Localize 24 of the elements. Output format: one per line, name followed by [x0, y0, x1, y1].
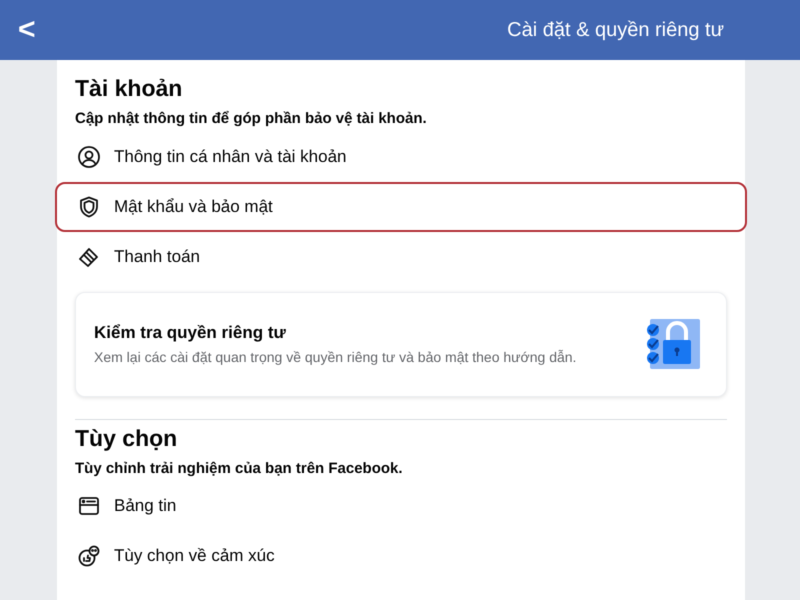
section-subtitle: Tùy chỉnh trải nghiệm của bạn trên Facebook.: [75, 458, 404, 478]
settings-item-label: Tùy chọn về cảm xúc: [114, 545, 275, 568]
settings-item-label: Thanh toán: [114, 246, 200, 268]
settings-item[interactable]: Thanh toán: [55, 232, 747, 282]
card-description: Xem lại các cài đặt quan trọng về quyền riêng tư và bảo mật theo hướng dẫn.: [94, 348, 576, 368]
shield-icon: [77, 194, 101, 218]
news-feed-icon: [77, 494, 101, 518]
settings-item[interactable]: Tùy chọn về cảm xúc: [55, 531, 747, 581]
profile-icon: [77, 144, 101, 168]
back-button[interactable]: <: [18, 15, 36, 45]
page-title: Cài đặt & quyền riêng tư: [507, 18, 724, 43]
section-title: Tùy chọn: [75, 424, 178, 452]
section-title: Tài khoản: [75, 74, 184, 102]
reactions-icon: [77, 544, 101, 568]
section-subtitle: Cập nhật thông tin để góp phần bảo vệ tài khoản.: [75, 109, 428, 129]
card-title: Kiểm tra quyền riêng tư: [94, 322, 287, 344]
settings-item[interactable]: Mật khẩu và bảo mật: [55, 182, 747, 232]
settings-item[interactable]: Bảng tin: [55, 481, 747, 531]
privacy-checkup-card[interactable]: Kiểm tra quyền riêng tư Xem lại các cài đặt quan trọng về quyền riêng tư và bảo mật theo hướng dẫn.: [75, 292, 727, 396]
settings-item-label: Bảng tin: [114, 495, 176, 518]
settings-item-label: Mật khẩu và bảo mật: [114, 196, 273, 218]
settings-item[interactable]: Thông tin cá nhân và tài khoản: [55, 132, 747, 182]
settings-item-label: Thông tin cá nhân và tài khoản: [114, 146, 346, 168]
checklist-lock-icon: [646, 318, 700, 370]
